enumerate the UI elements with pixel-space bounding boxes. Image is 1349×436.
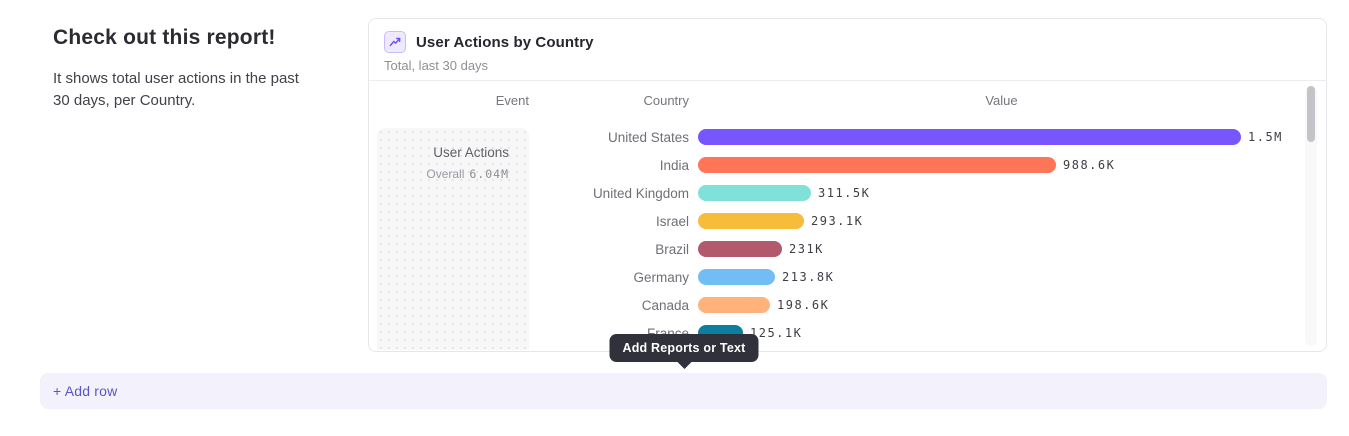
bar-value-label: 988.6K xyxy=(1063,158,1115,172)
chart-rows: United States 1.5M India 988.6K United Kingd… xyxy=(369,123,1303,347)
bar-track: 1.5M xyxy=(698,129,1303,145)
bar-value-label: 311.5K xyxy=(818,186,870,200)
bar-segment[interactable] xyxy=(698,185,811,201)
bar-segment[interactable] xyxy=(698,213,804,229)
bar-value-label: 293.1K xyxy=(811,214,863,228)
chart-row: India 988.6K xyxy=(369,151,1303,179)
scrollbar-track[interactable] xyxy=(1305,86,1317,346)
bar-track: 198.6K xyxy=(698,297,1303,313)
add-row-button[interactable]: + Add row xyxy=(40,373,1327,409)
scrollbar-thumb[interactable] xyxy=(1307,86,1315,142)
chart-row: France125.1K xyxy=(369,319,1303,347)
bar-track: 125.1K xyxy=(698,325,1303,341)
country-label: Canada xyxy=(369,298,689,313)
bar-track: 213.8K xyxy=(698,269,1303,285)
report-title: User Actions by Country xyxy=(416,34,594,51)
tooltip-label: Add Reports or Text xyxy=(622,341,745,355)
tooltip-arrow-icon xyxy=(677,362,691,369)
bar-value-label: 1.5M xyxy=(1248,130,1283,144)
bar-value-label: 213.8K xyxy=(782,270,834,284)
country-label: India xyxy=(369,158,689,173)
country-label: Israel xyxy=(369,214,689,229)
column-header-value: Value xyxy=(698,93,1305,108)
text-card-heading: Check out this report! xyxy=(53,26,303,50)
report-subtitle: Total, last 30 days xyxy=(384,58,1311,73)
bar-track: 988.6K xyxy=(698,157,1303,173)
text-card[interactable]: Check out this report! It shows total us… xyxy=(53,26,303,112)
bar-value-label: 231K xyxy=(789,242,824,256)
chart-row: Canada 198.6K xyxy=(369,291,1303,319)
column-header-country: Country xyxy=(529,93,689,108)
bar-chart: Event Country Value User Actions Overall… xyxy=(369,81,1326,350)
add-reports-tooltip: Add Reports or Text xyxy=(609,334,758,362)
chart-row: Brazil 231K xyxy=(369,235,1303,263)
chart-row: United Kingdom 311.5K xyxy=(369,179,1303,207)
report-card-header: User Actions by Country Total, last 30 d… xyxy=(369,19,1326,81)
country-label: United States xyxy=(369,130,689,145)
bar-segment[interactable] xyxy=(698,241,782,257)
bar-segment[interactable] xyxy=(698,269,775,285)
text-card-description: It shows total user actions in the past … xyxy=(53,68,303,112)
bar-segment[interactable] xyxy=(698,297,770,313)
bar-segment[interactable] xyxy=(698,157,1056,173)
country-label: United Kingdom xyxy=(369,186,689,201)
add-row-label: + Add row xyxy=(53,383,117,399)
chart-row: Germany 213.8K xyxy=(369,263,1303,291)
line-chart-icon xyxy=(384,31,406,53)
bar-track: 293.1K xyxy=(698,213,1303,229)
bar-track: 231K xyxy=(698,241,1303,257)
table-column-headers: Event Country Value xyxy=(369,81,1326,123)
bar-value-label: 198.6K xyxy=(777,298,829,312)
chart-row: Israel 293.1K xyxy=(369,207,1303,235)
country-label: Brazil xyxy=(369,242,689,257)
dashboard-canvas: Check out this report! It shows total us… xyxy=(0,0,1349,436)
bar-segment[interactable] xyxy=(698,129,1241,145)
column-header-event: Event xyxy=(377,93,529,108)
country-label: Germany xyxy=(369,270,689,285)
chart-row: United States 1.5M xyxy=(369,123,1303,151)
bar-track: 311.5K xyxy=(698,185,1303,201)
report-card[interactable]: User Actions by Country Total, last 30 d… xyxy=(368,18,1327,352)
